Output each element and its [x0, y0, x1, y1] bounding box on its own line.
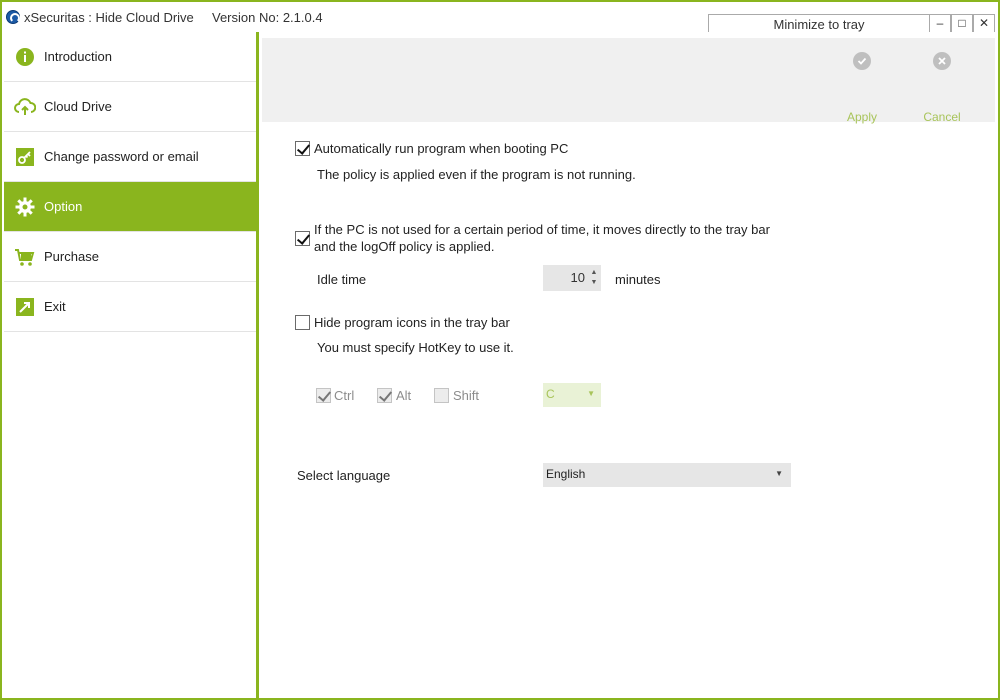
sidebar-item-cloud-drive[interactable]: Cloud Drive — [4, 82, 256, 132]
hotkey-ctrl-label: Ctrl — [334, 388, 355, 403]
version-label: Version No: 2.1.0.4 — [212, 10, 323, 25]
sidebar: Introduction Cloud Drive Change password… — [4, 32, 256, 698]
sidebar-item-label: Change password or email — [44, 149, 199, 164]
hide-icons-checkbox[interactable] — [295, 315, 310, 330]
cancel-label: Cancel — [923, 110, 961, 124]
gear-icon — [14, 196, 36, 218]
idle-policy-label-line2: and the logOff policy is applied. — [314, 239, 495, 254]
hotkey-shift-label: Shift — [453, 388, 480, 403]
sidebar-item-label: Purchase — [44, 249, 99, 264]
info-icon — [14, 46, 36, 68]
action-bar: Apply Cancel — [262, 38, 995, 124]
idle-time-label: Idle time — [317, 272, 367, 287]
chevron-down-icon: ▼ — [775, 469, 783, 478]
language-label: Select language — [297, 468, 391, 483]
title-bar: xSecuritas : Hide Cloud Drive Version No… — [2, 2, 998, 34]
sidebar-item-introduction[interactable]: Introduction — [4, 32, 256, 82]
auto-run-description: The policy is applied even if the progra… — [317, 167, 636, 182]
language-value: English — [546, 467, 586, 481]
sidebar-item-purchase[interactable]: Purchase — [4, 232, 256, 282]
spin-up-icon[interactable]: ▲ — [590, 269, 598, 277]
app-logo-icon — [6, 10, 20, 24]
apply-button[interactable]: Apply — [832, 48, 892, 124]
auto-run-checkbox[interactable] — [295, 141, 310, 156]
hide-icons-description: You must specify HotKey to use it. — [317, 340, 514, 355]
sidebar-item-change-password[interactable]: Change password or email — [4, 132, 256, 182]
hotkey-key-select[interactable]: C ▼ — [543, 383, 601, 407]
idle-policy-label-line1: If the PC is not used for a certain peri… — [314, 222, 770, 237]
spin-down-icon[interactable]: ▼ — [590, 279, 598, 287]
apply-label: Apply — [846, 110, 878, 124]
close-icon — [933, 52, 951, 70]
cart-icon — [14, 246, 36, 268]
auto-run-label: Automatically run program when booting P… — [314, 141, 569, 156]
cloud-icon — [14, 96, 36, 118]
minimize-to-tray-button[interactable]: Minimize to tray — [708, 14, 930, 34]
app-window: xSecuritas : Hide Cloud Drive Version No… — [0, 0, 1000, 700]
window-close-button[interactable]: ✕ — [973, 14, 995, 34]
hotkey-shift-checkbox[interactable] — [434, 388, 449, 403]
options-panel: Apply Cancel Automatically run program w… — [259, 32, 998, 698]
idle-time-spinner[interactable]: 10 ▲ ▼ — [543, 265, 601, 291]
sidebar-item-option[interactable]: Option — [4, 182, 256, 232]
exit-icon — [14, 296, 36, 318]
sidebar-item-exit[interactable]: Exit — [4, 282, 256, 332]
language-select[interactable]: English ▼ — [543, 463, 791, 487]
cancel-button[interactable]: Cancel — [912, 48, 972, 124]
sidebar-item-label: Introduction — [44, 49, 112, 64]
window-maximize-button[interactable]: □ — [951, 14, 973, 34]
hotkey-ctrl-checkbox[interactable] — [316, 388, 331, 403]
chevron-down-icon: ▼ — [587, 389, 595, 398]
sidebar-item-label: Option — [44, 199, 83, 214]
hide-icons-label: Hide program icons in the tray bar — [314, 315, 510, 330]
idle-time-value: 10 — [570, 270, 585, 285]
sidebar-item-label: Cloud Drive — [44, 99, 112, 114]
hotkey-key-value: C — [546, 387, 555, 401]
hotkey-alt-checkbox[interactable] — [377, 388, 392, 403]
window-minimize-button[interactable]: – — [929, 14, 951, 34]
idle-time-unit: minutes — [615, 272, 661, 287]
app-title: xSecuritas : Hide Cloud Drive — [24, 10, 194, 25]
check-icon — [853, 52, 871, 70]
idle-policy-checkbox[interactable] — [295, 231, 310, 246]
sidebar-item-label: Exit — [44, 299, 66, 314]
hotkey-alt-label: Alt — [396, 388, 412, 403]
key-icon — [14, 146, 36, 168]
